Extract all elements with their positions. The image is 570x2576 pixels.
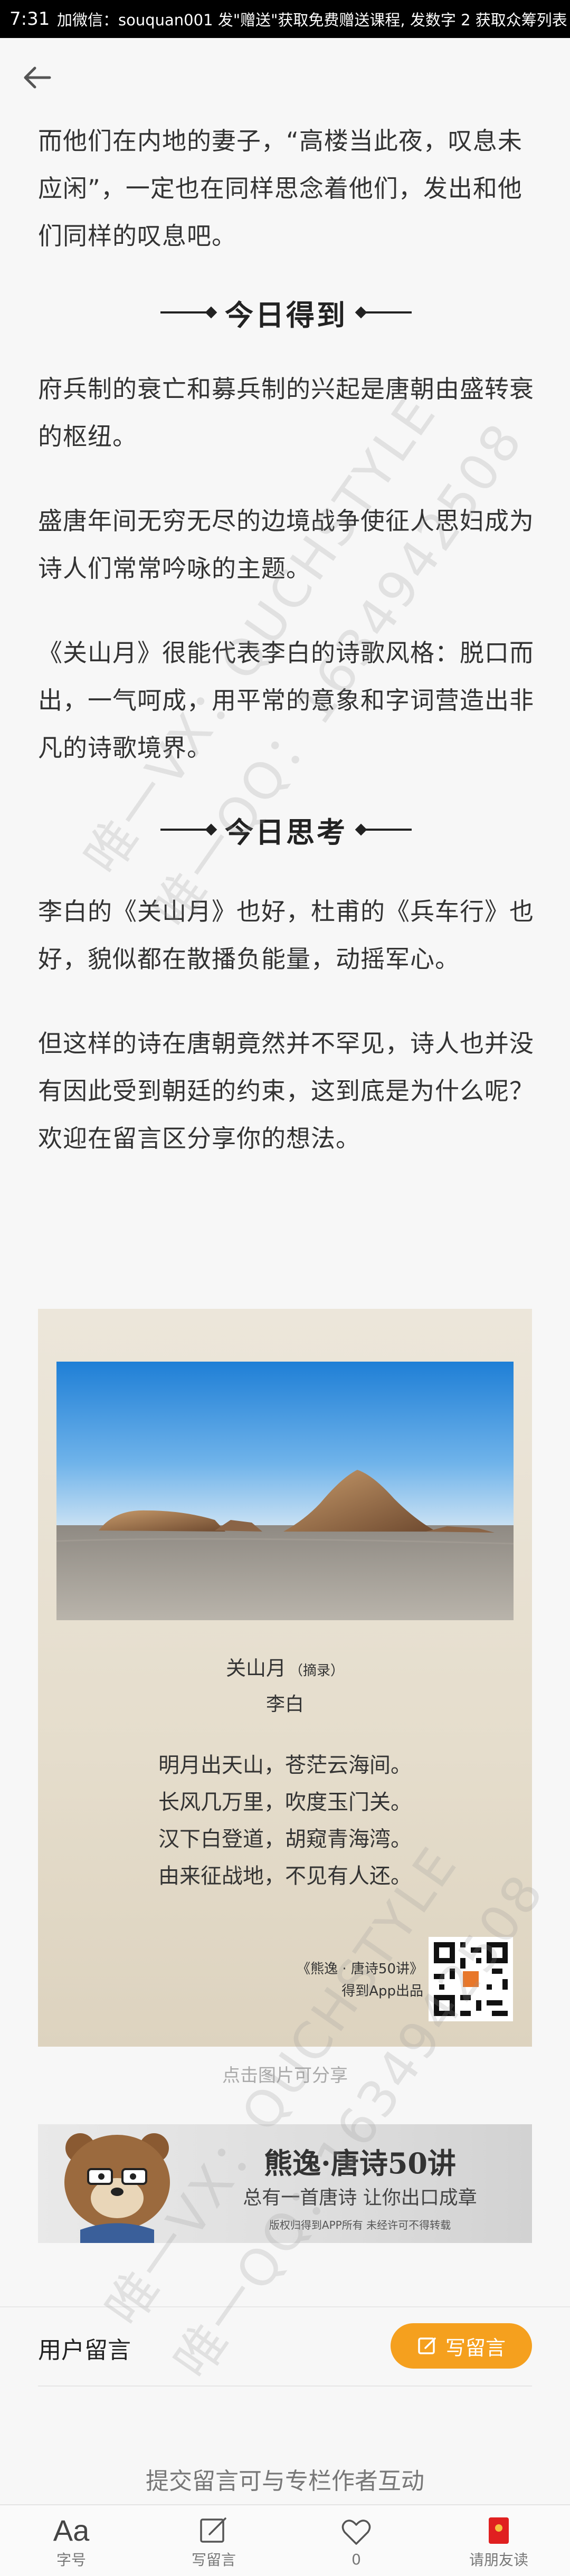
heading-ornament-left [160, 829, 213, 831]
status-bar: 7:31 加微信：souquan001 发"赠送"获取免费赠送课程, 发数字 2… [0, 0, 570, 38]
intro-paragraph: 而他们在内地的妻子，“高楼当此夜，叹息未应闲”，一定也在同样思念着他们，发出和他… [38, 127, 522, 250]
edit-icon [418, 2337, 436, 2354]
write-comment-label: 写留言 [445, 2336, 506, 2360]
course-banner[interactable]: 熊逸·唐诗50讲 总有一首唐诗 让你出口成章 版权归得到APP所有 未经许可不得… [38, 2124, 532, 2243]
poem-share-card[interactable]: 关山月 （摘录） 李白 明月出天山，苍茫云海间。 长风几万里，吹度玉门关。 汉下白… [38, 1309, 532, 2047]
section1-paragraph: 盛唐年间无穷无尽的边境战争使征人思妇成为诗人们常常吟咏的主题。 [38, 507, 534, 583]
section1-paragraph: 《关山月》很能代表李白的诗歌风格：脱口而出，一气呵成，用平常的意象和字词营造出非… [38, 639, 534, 762]
section1-paragraph: 府兵制的衰亡和募兵制的兴起是唐朝由盛转衰的枢纽。 [38, 375, 534, 451]
credit-publisher: 得到App出品 [341, 1983, 423, 1999]
invite-friend-label: 请朋友读 [469, 2551, 528, 2569]
font-size-icon: Aa [53, 2513, 90, 2547]
poem-line: 明月出天山，苍茫云海间。 [158, 1753, 412, 1777]
comments-label: 用户留言 [38, 2337, 131, 2364]
bear-mascot-icon [64, 2133, 170, 2243]
back-button[interactable] [16, 59, 58, 96]
section-heading-today-gain: 今日得到 [38, 281, 534, 344]
poem-line: 长风几万里，吹度玉门关。 [158, 1790, 412, 1814]
font-size-tab[interactable]: Aa 字号 [0, 2505, 142, 2576]
write-comment-button[interactable]: 写留言 [391, 2323, 532, 2369]
desert-landscape-image [56, 1362, 514, 1620]
article-body: 而他们在内地的妻子，“高楼当此夜，叹息未应闲”，一定也在同样思念着他们，发出和他… [38, 117, 534, 1162]
banner-subtitle: 总有一首唐诗 让你出口成章 [243, 2187, 477, 2209]
share-caption: 点击图片可分享 [222, 2065, 348, 2086]
edit-icon [198, 2512, 230, 2549]
bottom-toolbar: Aa 字号 写留言 0 请朋友读 [0, 2504, 570, 2576]
like-count: 0 [352, 2550, 361, 2568]
gift-icon [486, 2512, 512, 2549]
poem-lines: 明月出天山，苍茫云海间。 长风几万里，吹度玉门关。 汉下白登道，胡窥青海湾。 由… [38, 1747, 532, 1895]
heading-ornament-right [359, 311, 412, 313]
section2-paragraph: 但这样的诗在唐朝竟然并不罕见，诗人也并没有因此受到朝廷的约束，这到底是为什么呢？… [38, 1029, 534, 1153]
heading-ornament-left [160, 311, 213, 313]
poem-credit: 《熊逸 · 唐诗50讲》 得到App出品 [239, 1958, 423, 2002]
poem-author: 李白 [265, 1694, 304, 1715]
write-comment-tab[interactable]: 写留言 [142, 2505, 285, 2576]
comments-header: 用户留言 写留言 [0, 2306, 570, 2387]
heart-icon [340, 2514, 372, 2551]
section-heading-today-think: 今日思考 [38, 798, 534, 861]
like-tab[interactable]: 0 [285, 2505, 428, 2576]
poem-title-row: 关山月 （摘录） [38, 1652, 532, 1681]
banner-copyright: 版权归得到APP所有 未经许可不得转载 [269, 2219, 451, 2231]
heading-ornament-right [359, 829, 412, 831]
font-size-label: 字号 [56, 2551, 86, 2569]
poem-line: 汉下白登道，胡窥青海湾。 [158, 1827, 412, 1851]
status-time: 7:31 [10, 8, 50, 30]
comments-divider [38, 2385, 532, 2387]
poem-title-note: （摘录） [289, 1663, 345, 1679]
qr-code-icon [429, 1937, 513, 2021]
comments-hint: 提交留言可与专栏作者互动 [146, 2468, 424, 2495]
desert-landscape-photo [56, 1362, 514, 1620]
section1-title: 今日得到 [225, 298, 347, 332]
top-bar [0, 38, 570, 117]
credit-course-name: 《熊逸 · 唐诗50讲》 [297, 1961, 423, 1977]
banner-title: 熊逸·唐诗50讲 [264, 2146, 456, 2180]
invite-friend-tab[interactable]: 请朋友读 [428, 2505, 570, 2576]
write-comment-tab-label: 写留言 [191, 2551, 236, 2569]
poem-line: 由来征战地，不见有人还。 [158, 1864, 412, 1888]
back-arrow-icon [24, 66, 51, 89]
status-marquee: 加微信：souquan001 发"赠送"获取免费赠送课程, 发数字 2 获取众筹… [57, 11, 567, 29]
section2-paragraph: 李白的《关山月》也好，杜甫的《兵车行》也好，貌似都在散播负能量，动摇军心。 [38, 897, 534, 973]
section2-title: 今日思考 [225, 815, 347, 849]
poem-title: 关山月 [225, 1657, 286, 1680]
